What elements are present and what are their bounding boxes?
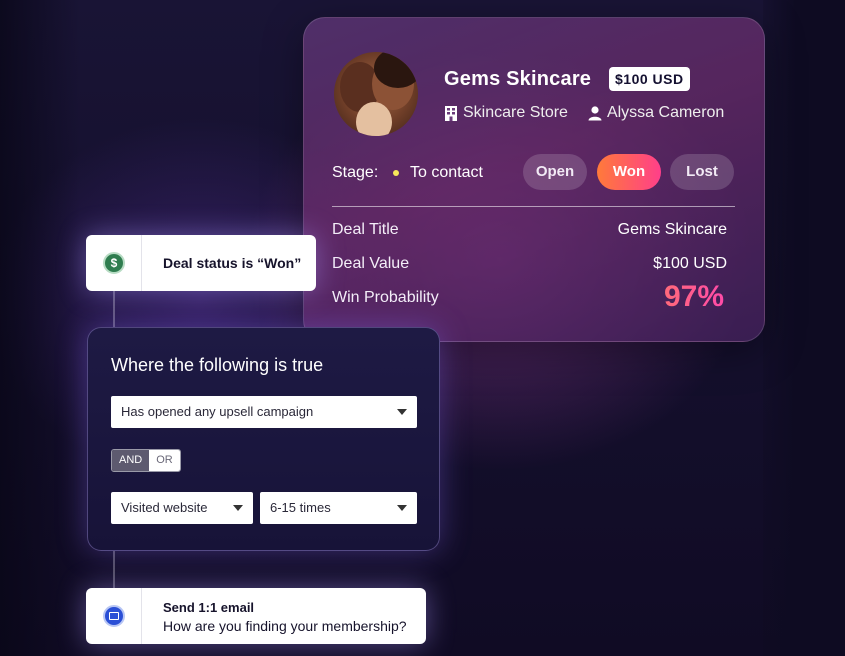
stage-dot bbox=[393, 170, 399, 176]
building-icon bbox=[445, 106, 457, 121]
background-edge-right bbox=[763, 0, 845, 656]
store-name: Skincare Store bbox=[463, 104, 568, 121]
divider bbox=[332, 206, 735, 207]
stage-label: Stage: bbox=[332, 164, 379, 181]
deal-value-value: $100 USD bbox=[653, 255, 727, 272]
trigger-card[interactable]: $ Deal status is “Won” bbox=[86, 235, 316, 291]
stage-value: To contact bbox=[410, 164, 483, 181]
trigger-icon-box: $ bbox=[86, 235, 142, 291]
background-edge-left bbox=[0, 0, 80, 656]
condition-title: Where the following is true bbox=[111, 355, 324, 375]
times-select[interactable]: 6-15 times bbox=[260, 492, 417, 524]
deal-title-value: Gems Skincare bbox=[617, 221, 727, 238]
or-option[interactable]: OR bbox=[149, 450, 180, 471]
person-icon bbox=[588, 106, 602, 121]
company-name: Gems Skincare bbox=[444, 68, 592, 90]
win-probability-label: Win Probability bbox=[332, 289, 439, 306]
logic-toggle[interactable]: AND OR bbox=[111, 449, 181, 472]
dollar-icon: $ bbox=[103, 252, 125, 274]
deal-card: Gems Skincare $100 USD Skincare Store Al… bbox=[303, 17, 765, 342]
open-button[interactable]: Open bbox=[523, 154, 587, 190]
win-probability-value: 97% bbox=[663, 280, 724, 313]
amount-badge: $100 USD bbox=[609, 67, 690, 91]
chevron-down-icon bbox=[233, 505, 243, 511]
connector-line bbox=[113, 291, 115, 327]
email-icon-box bbox=[86, 588, 142, 644]
deal-title-label: Deal Title bbox=[332, 221, 399, 238]
email-action-card[interactable]: Send 1:1 email How are you finding your … bbox=[86, 588, 426, 644]
deal-meta: Skincare Store Alyssa Cameron bbox=[444, 104, 724, 122]
chevron-down-icon bbox=[397, 505, 407, 511]
won-button[interactable]: Won bbox=[597, 154, 661, 190]
condition-card: Where the following is true Has opened a… bbox=[87, 327, 440, 551]
times-select-value: 6-15 times bbox=[270, 500, 331, 515]
connector-line bbox=[113, 551, 115, 588]
avatar bbox=[334, 52, 418, 136]
owner-name[interactable]: Alyssa Cameron bbox=[607, 104, 724, 122]
visited-select-value: Visited website bbox=[121, 500, 208, 515]
and-option[interactable]: AND bbox=[112, 450, 150, 471]
email-title: Send 1:1 email bbox=[163, 600, 255, 615]
deal-value-label: Deal Value bbox=[332, 255, 410, 272]
lost-button[interactable]: Lost bbox=[670, 154, 734, 190]
trigger-text: Deal status is “Won” bbox=[163, 255, 302, 271]
campaign-select-value: Has opened any upsell campaign bbox=[121, 404, 314, 419]
email-icon bbox=[103, 605, 125, 627]
campaign-select[interactable]: Has opened any upsell campaign bbox=[111, 396, 417, 428]
visited-select[interactable]: Visited website bbox=[111, 492, 253, 524]
email-subject: How are you finding your membership? bbox=[163, 618, 407, 634]
chevron-down-icon bbox=[397, 409, 407, 415]
